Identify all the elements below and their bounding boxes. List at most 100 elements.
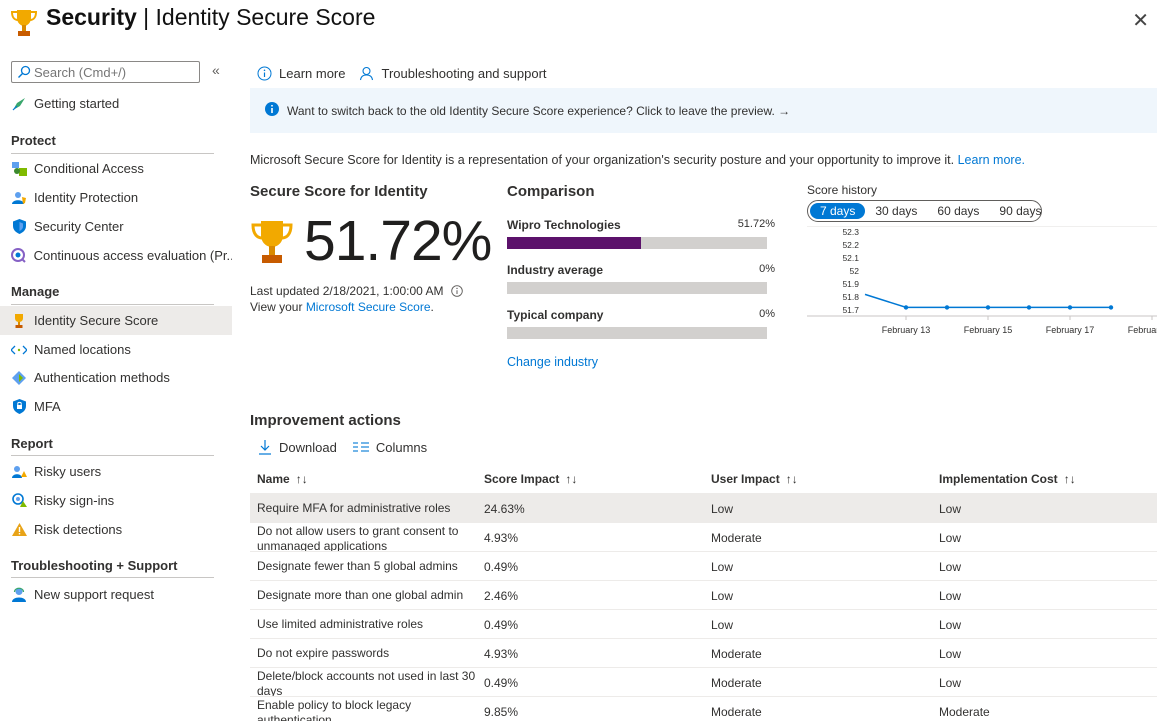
trophy-icon [251,221,293,263]
column-header-implementation-cost[interactable]: Implementation Cost ↑↓ [939,472,1076,486]
cell-implementation-cost: Low [939,502,962,516]
cell-user-impact: Low [711,560,734,574]
chart-x-tick-label: February 19 [1128,325,1157,335]
improvement-toolbar: Download Columns [258,439,443,455]
columns-label: Columns [375,439,428,455]
table-row[interactable]: Delete/block accounts not used in last 3… [250,668,1157,697]
table-row[interactable]: Designate fewer than 5 global admins 0.49… [250,552,1157,581]
cell-score-impact: 0.49% [484,676,519,690]
comparison-value: 51.72% [737,218,775,230]
table-row[interactable]: Enable policy to block legacy authentica… [250,697,1157,721]
troubleshooting-button[interactable]: Troubleshooting and support [359,66,547,81]
learn-more-button[interactable]: Learn more [257,66,345,81]
sidebar-item-named-locations[interactable]: Named locations [0,335,232,364]
column-header-score-impact[interactable]: Score Impact ↑↓ [484,472,577,486]
sidebar-item-risky-sign-ins[interactable]: Risky sign-ins [0,486,232,515]
cell-score-impact: 2.46% [484,589,519,603]
sidebar-item-label: Identity Protection [34,190,139,205]
change-industry-link[interactable]: Change industry [507,355,598,369]
info-icon[interactable] [450,285,463,297]
download-button[interactable]: Download [258,439,337,455]
chart-y-tick-label: 52.1 [842,253,859,263]
comparison-bar-fill [507,237,642,249]
chart-point [1067,305,1073,310]
sidebar-item-risk-detections[interactable]: Risk detections [0,515,232,544]
sidebar-item-label: Getting started [34,96,120,111]
preview-banner[interactable]: Want to switch back to the old Identity … [250,88,1157,133]
cell-name: Require MFA for administrative roles [257,501,451,515]
cell-score-impact: 4.93% [484,531,519,545]
cell-user-impact: Low [711,589,734,603]
comparison-bar [507,282,767,294]
comparison-row: Industry average 0% [507,263,775,294]
section-divider [11,577,214,578]
sidebar-item-new-support-request[interactable]: New support request [0,580,232,609]
score-value: 51.72% [304,209,492,273]
sidebar-section-report: Report [11,436,53,451]
security-center-icon [11,219,27,235]
cell-user-impact: Moderate [711,531,762,545]
table-row[interactable]: Require MFA for administrative roles 24.6… [250,494,1157,523]
cell-score-impact: 0.49% [484,560,519,574]
chart-x-tick-label: February 17 [1046,325,1095,335]
risky-users-icon [11,464,27,480]
score-heading: Secure Score for Identity [250,183,428,200]
sidebar-item-identity-protection[interactable]: Identity Protection [0,183,232,212]
chart-y-tick-label: 51.7 [842,305,859,315]
sidebar-item-risky-users[interactable]: Risky users [0,457,232,486]
sidebar-section-manage: Manage [11,284,60,299]
table-row[interactable]: Do not allow users to grant consent to u… [250,523,1157,552]
history-tab-60-days[interactable]: 60 days [927,203,989,219]
chart-point [1108,305,1114,310]
named-locations-icon [11,342,27,358]
sidebar-item-authentication-methods[interactable]: Authentication methods [0,363,232,392]
comparison-label: Typical company [507,308,604,322]
cell-name: Designate more than one global admin [257,588,464,602]
last-updated-text: Last updated 2/18/2021, 1:00:00 AM [250,284,444,298]
column-header-user-impact[interactable]: User Impact ↑↓ [711,472,798,486]
comparison-bar [507,327,767,339]
columns-button[interactable]: Columns [352,439,428,455]
sidebar-item-conditional-access[interactable]: Conditional Access [0,154,232,183]
sort-icon: ↑↓ [565,472,578,486]
table-row[interactable]: Use limited administrative roles 0.49% Low… [250,610,1157,639]
table-row[interactable]: Do not expire passwords 4.93% Moderate Low [250,639,1157,668]
sort-icon: ↑↓ [295,472,308,486]
columns-icon [352,441,369,453]
sidebar-item-label: Continuous access evaluation (Pr... [33,248,232,263]
sidebar-item-getting-started[interactable]: Getting started [0,89,232,118]
trophy-icon [11,313,27,329]
banner-text: Want to switch back to the old Identity … [287,103,791,118]
learn-more-link[interactable]: Learn more. [958,153,1025,167]
sidebar-item-mfa[interactable]: MFA [0,392,232,421]
sidebar-item-security-center[interactable]: Security Center [0,212,232,241]
collapse-sidebar-icon[interactable]: « [212,62,220,78]
chart-y-tick-label: 52 [850,266,860,276]
cell-name: Designate fewer than 5 global admins [257,559,458,573]
cell-score-impact: 24.63% [484,502,525,516]
chart-point [903,305,909,310]
search-box[interactable] [11,61,200,83]
close-icon[interactable]: ✕ [1132,8,1149,33]
sidebar-item-identity-secure-score[interactable]: Identity Secure Score [0,306,232,335]
cell-implementation-cost: Low [939,618,962,632]
sort-icon: ↑↓ [1063,472,1076,486]
history-tab-30-days[interactable]: 30 days [865,203,927,219]
sidebar-item-continuous-access-evaluation[interactable]: Continuous access evaluation (Pr... [0,241,232,270]
history-tab-90-days[interactable]: 90 days [989,203,1051,219]
improvement-actions-table: Name ↑↓ Score Impact ↑↓ User Impact ↑↓ Impl… [250,464,1157,721]
cell-implementation-cost: Low [939,589,962,603]
search-icon [18,65,31,78]
comparison-row: Typical company 0% [507,308,775,339]
download-icon [258,439,272,455]
history-tab-7-days[interactable]: 7 days [810,203,866,219]
table-row[interactable]: Designate more than one global admin 2.46… [250,581,1157,610]
chart-point [944,305,950,310]
column-header-name[interactable]: Name ↑↓ [257,472,308,486]
sidebar-item-label: Risky sign-ins [34,493,115,508]
comparison-heading: Comparison [507,183,595,200]
microsoft-secure-score-link[interactable]: Microsoft Secure Score [306,300,431,314]
cell-score-impact: 4.93% [484,647,519,661]
search-input[interactable] [34,63,194,81]
cell-user-impact: Low [711,618,734,632]
